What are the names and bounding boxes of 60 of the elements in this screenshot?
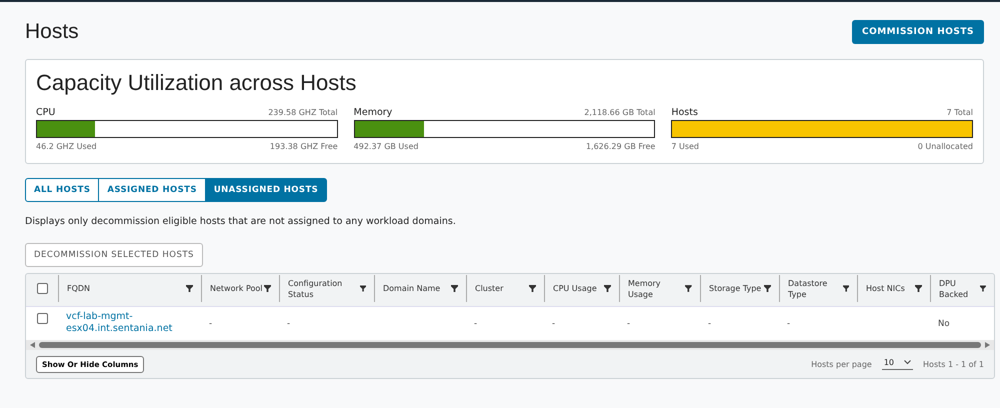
per-page-select[interactable]: 10: [882, 358, 914, 370]
meter-total: 7 Total: [946, 108, 973, 117]
card-title: Capacity Utilization across Hosts: [36, 70, 358, 96]
meter-used: 492.37 GB Used: [354, 142, 418, 151]
select-all-checkbox[interactable]: [36, 283, 48, 294]
column-header: Network Pool: [210, 283, 262, 294]
table-cell-text: No: [937, 319, 951, 329]
column-header: DPU Backed: [939, 278, 970, 300]
decommission-button[interactable]: DECOMMISSION SELECTED HOSTS: [25, 243, 203, 267]
page-title: Hosts: [25, 20, 79, 44]
filter-icon[interactable]: [764, 285, 771, 292]
filter-icon[interactable]: [604, 285, 611, 292]
pagination-range: Hosts 1 - 1 of 1: [923, 360, 984, 368]
table-cell-text: -: [473, 319, 478, 329]
filter-tab[interactable]: ASSIGNED HOSTS: [98, 178, 206, 202]
filter-icon[interactable]: [980, 285, 986, 292]
column-header: Storage Type: [709, 283, 762, 294]
scroll-left-icon[interactable]: [30, 342, 35, 348]
filter-tab[interactable]: UNASSIGNED HOSTS: [204, 178, 328, 202]
filter-icon[interactable]: [685, 285, 692, 292]
filter-tab[interactable]: ALL HOSTS: [25, 178, 100, 202]
filter-icon[interactable]: [451, 285, 458, 292]
description-text: Displays only decommission eligible hosts that are not assigned to any workload domains.: [25, 216, 457, 227]
meter-free: 193.38 GHZ Free: [270, 142, 338, 151]
table-cell-text: -: [786, 319, 792, 329]
meter-label: Memory: [354, 107, 392, 118]
meter-used: 46.2 GHZ Used: [36, 142, 97, 151]
column-header: CPU Usage: [553, 283, 597, 294]
meter-used: 7 Used: [671, 142, 699, 151]
column-header: Host NICs: [866, 283, 905, 294]
filter-icon[interactable]: [529, 285, 536, 292]
filter-icon[interactable]: [186, 285, 193, 292]
meter-total: 2,118.66 GB Total: [584, 108, 656, 117]
column-header: Domain Name: [383, 283, 440, 294]
host-link[interactable]: vcf-lab-mgmt-esx04.int.sentania.net: [58, 311, 201, 335]
filter-icon[interactable]: [915, 285, 922, 292]
meter-free: 0 Unallocated: [918, 142, 973, 151]
row-checkbox[interactable]: [36, 312, 48, 324]
meter-label: CPU: [36, 107, 56, 118]
table-cell-text: -: [286, 319, 292, 329]
table-cell-text: -: [626, 319, 632, 329]
scrollbar-thumb[interactable]: [39, 342, 981, 348]
column-header: Datastore Type: [788, 278, 828, 300]
per-page-label: Hosts per page: [811, 360, 872, 368]
filter-icon[interactable]: [360, 285, 366, 292]
column-header: Memory Usage: [628, 278, 662, 300]
table-cell-text: -: [707, 319, 712, 329]
table-cell-text: -: [551, 319, 556, 329]
meter-label: Hosts: [671, 107, 698, 118]
filter-icon[interactable]: [842, 285, 849, 292]
column-header: Cluster: [475, 283, 504, 294]
meter-total: 239.58 GHZ Total: [268, 108, 338, 117]
scroll-right-icon[interactable]: [985, 342, 990, 348]
column-header: Configuration Status: [288, 278, 344, 300]
table-cell-text: -: [208, 319, 214, 329]
column-header: FQDN: [67, 283, 90, 294]
filter-icon[interactable]: [264, 285, 271, 292]
commission-hosts-button[interactable]: COMMISSION HOSTS: [852, 20, 984, 44]
meter-free: 1,626.29 GB Free: [586, 142, 656, 151]
chevron-down-icon: [904, 360, 912, 365]
